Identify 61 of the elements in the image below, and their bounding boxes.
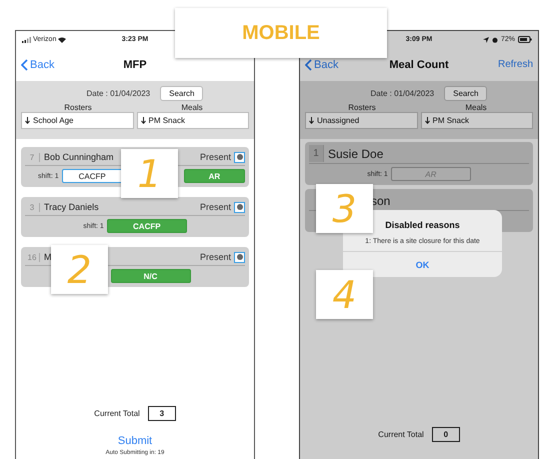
total-value: 3 xyxy=(148,406,176,421)
down-arrow-icon xyxy=(140,117,146,124)
present-label: Present xyxy=(200,152,231,162)
search-button[interactable]: Search xyxy=(160,86,204,101)
meal-select[interactable]: PM Snack xyxy=(136,112,249,129)
signal-icon xyxy=(22,36,31,42)
chevron-left-icon xyxy=(305,58,312,70)
back-link[interactable]: Back xyxy=(305,58,338,70)
total-label: Current Total xyxy=(94,409,140,418)
roster-select[interactable]: Unassigned xyxy=(305,112,418,129)
submit-link[interactable]: Submit xyxy=(118,435,152,447)
present-checkbox[interactable] xyxy=(234,252,245,262)
meal-program-button[interactable]: AR xyxy=(390,167,471,181)
back-link[interactable]: Back xyxy=(21,58,54,70)
child-name: M xyxy=(44,252,52,262)
present-label: Present xyxy=(200,252,231,262)
meals-label: Meals xyxy=(180,103,204,112)
down-arrow-icon xyxy=(25,117,30,124)
wifi-icon xyxy=(58,36,66,42)
step-number-callout: 4 xyxy=(316,270,373,319)
chevron-left-icon xyxy=(21,58,28,70)
roster-select[interactable]: School Age xyxy=(21,112,134,129)
step-number-callout: 1 xyxy=(121,149,178,198)
child-name: Susie Doe xyxy=(328,146,384,160)
search-button[interactable]: Search xyxy=(444,86,488,101)
child-number: 1 xyxy=(309,145,324,162)
child-number: 7 xyxy=(25,152,40,162)
meal-program-button[interactable]: CACFP xyxy=(106,219,187,233)
select-value: PM Snack xyxy=(148,116,185,125)
present-label: Present xyxy=(200,202,231,212)
battery-icon xyxy=(518,36,532,43)
down-arrow-icon xyxy=(424,117,430,124)
location-arrow-icon xyxy=(482,36,489,42)
step-number-callout: 2 xyxy=(51,245,108,294)
date-label: Date : 01/04/2023 xyxy=(370,89,434,98)
step-number-callout: 3 xyxy=(316,184,373,233)
select-value: PM Snack xyxy=(432,116,469,125)
child-name: Bob Cunningham xyxy=(44,152,114,162)
select-value: School Age xyxy=(33,116,74,125)
date-label: Date : 01/04/2023 xyxy=(86,89,150,98)
child-number: 16 xyxy=(25,252,40,262)
present-checkbox[interactable] xyxy=(234,152,245,162)
select-value: Unassigned xyxy=(317,116,360,125)
refresh-link[interactable]: Refresh xyxy=(498,59,533,70)
dialog-title: Disabled reasons xyxy=(385,220,460,230)
present-checkbox[interactable] xyxy=(234,202,245,212)
section-heading: MOBILE xyxy=(175,8,387,58)
rosters-label: Rosters xyxy=(63,103,93,112)
child-number: 3 xyxy=(25,202,40,212)
screen-title: MFP xyxy=(123,58,147,70)
meal-program-button[interactable]: N/C xyxy=(110,269,190,283)
meal-select[interactable]: PM Snack xyxy=(420,112,533,129)
child-name: Tracy Daniels xyxy=(44,202,99,212)
meal-program-button[interactable]: CACFP xyxy=(62,169,123,183)
meals-label: Meals xyxy=(464,103,488,112)
total-label: Current Total xyxy=(378,430,424,439)
total-value: 0 xyxy=(432,427,460,442)
rosters-label: Rosters xyxy=(347,103,377,112)
meal-program-button[interactable]: AR xyxy=(184,169,245,183)
down-arrow-icon xyxy=(309,117,314,124)
screen-title: Meal Count xyxy=(389,58,449,70)
